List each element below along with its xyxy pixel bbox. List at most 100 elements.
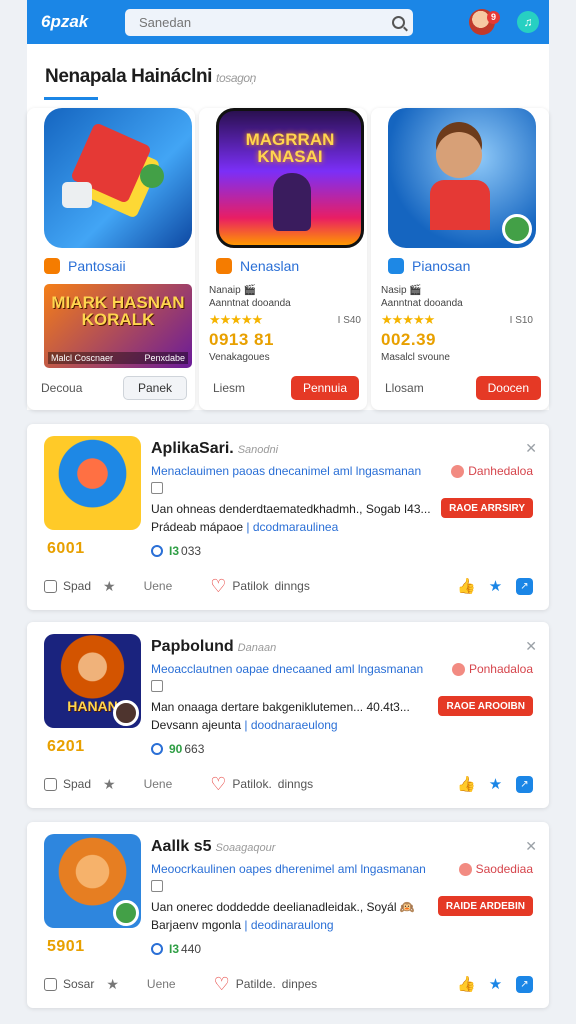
app-tag[interactable]: Saodediaa — [458, 862, 533, 876]
chat-bubble-icon — [502, 214, 532, 244]
favorite-sub: dinpes — [281, 977, 318, 991]
banner-caption-right: Penxdabe — [144, 353, 185, 363]
top-app-bar: 6pzak 9 ♫ — [27, 0, 549, 44]
app-title[interactable]: Aallk s5 Soaagaqour — [151, 838, 275, 856]
install-button[interactable]: RAOE ARRSIRY — [441, 498, 533, 518]
share-icon[interactable]: ↗ — [516, 577, 533, 595]
footer-action-label[interactable]: Sosar — [63, 977, 94, 991]
music-note-icon[interactable]: ♫ — [517, 11, 539, 33]
app-list-item[interactable]: AplikaSari. Sanodni ✕ Menaclauimen paoas … — [27, 424, 549, 610]
price-subtext: Masalcl svoune — [381, 352, 450, 363]
tag-icon — [451, 464, 465, 478]
favorite-label[interactable]: Patilok. — [232, 777, 271, 791]
app-tag-label: Saodediaa — [475, 862, 533, 876]
category-chip[interactable]: Pianosan — [388, 258, 470, 274]
like-icon[interactable]: 👍 — [457, 776, 476, 793]
app-logo[interactable]: 6pzak — [41, 12, 125, 32]
app-title[interactable]: Papbolund Danaan — [151, 638, 276, 656]
app-thumbnail[interactable] — [44, 436, 141, 530]
category-chip[interactable]: Nenaslan — [216, 258, 299, 274]
category-label: Nenaslan — [240, 258, 300, 274]
avatar[interactable]: 9 — [469, 9, 500, 35]
app-price: 6201 — [47, 738, 85, 755]
item-footer: Spad ★ Uene ♡ Patilok. dinngs 👍 ★ ↗ — [44, 774, 533, 794]
favorite-label[interactable]: Patilde. — [236, 977, 276, 991]
details-link[interactable]: | deodinaraulong — [244, 918, 333, 932]
star-icon[interactable]: ★ — [103, 776, 116, 793]
app-thumbnail[interactable] — [44, 834, 141, 928]
app-price: 6001 — [47, 540, 85, 557]
search-input[interactable] — [139, 14, 392, 30]
square-icon[interactable] — [44, 977, 57, 991]
app-price: 5901 — [47, 938, 85, 955]
app-thumbnail[interactable]: HANAN — [44, 634, 141, 728]
card-footer: Llosam Doocen — [385, 376, 541, 400]
heart-icon[interactable]: ♡ — [214, 974, 230, 995]
card-action-button[interactable]: Pennuia — [290, 376, 359, 400]
category-icon — [216, 258, 232, 274]
view-label[interactable]: Uene — [147, 977, 176, 991]
game-art-image[interactable] — [44, 108, 192, 248]
featured-section: Nenapala Haináclni tosagoņ Pantosaii MIAR… — [27, 44, 549, 410]
favorite-star-icon[interactable]: ★ — [487, 578, 504, 595]
app-list-item[interactable]: HANAN Papbolund Danaan ✕ Meoacclautnen oa… — [27, 622, 549, 808]
install-button[interactable]: RAOE AROOIBN — [438, 696, 533, 716]
star-icon[interactable]: ★ — [103, 578, 116, 595]
app-description-link[interactable]: Meoacclautnen oapae dnecaaned aml lngasm… — [151, 662, 423, 676]
search-icon[interactable] — [392, 15, 405, 29]
featured-card[interactable]: Pantosaii MIARK HASNAN KORALK Malcl Cosc… — [27, 108, 195, 410]
star-icon[interactable]: ★ — [106, 976, 119, 993]
select-checkbox[interactable] — [151, 482, 163, 494]
view-label[interactable]: Uene — [144, 579, 173, 593]
banner-caption: Malcl Coscnaer Penxdabe — [48, 352, 188, 364]
like-icon[interactable]: 👍 — [457, 976, 476, 993]
close-icon[interactable]: ✕ — [525, 440, 537, 457]
card-action-button[interactable]: Panek — [122, 376, 187, 400]
app-title-sub: Danaan — [237, 642, 277, 654]
clock-icon — [151, 545, 163, 557]
card-info: Nanaip 🎬 Aanntnat dooanda ★★★★★ I S40 09… — [209, 284, 361, 363]
share-icon[interactable]: ↗ — [516, 775, 533, 793]
close-icon[interactable]: ✕ — [525, 638, 537, 655]
promo-banner[interactable]: MIARK HASNAN KORALK Malcl Coscnaer Penxd… — [44, 284, 192, 368]
app-tag[interactable]: Ponhadaloa — [451, 662, 533, 676]
square-icon[interactable] — [44, 777, 57, 791]
featured-card[interactable]: Pianosan Nasip 🎬 Aanntnat dooanda ★★★★★ … — [371, 108, 549, 410]
app-description-link[interactable]: Meoocrkaulinen oapes dherenimel aml lnga… — [151, 862, 426, 876]
favorite-star-icon[interactable]: ★ — [487, 976, 504, 993]
footer-label: Liesm — [213, 381, 246, 395]
card-footer: Liesm Pennuia — [213, 376, 359, 400]
details-link[interactable]: | dcodmaraulinea — [246, 520, 338, 534]
app-list-item[interactable]: Aallk s5 Soaagaqour ✕ Meoocrkaulinen oape… — [27, 822, 549, 1008]
banner-caption-left: Malcl Coscnaer — [51, 353, 114, 363]
game-art-image[interactable] — [388, 108, 536, 248]
close-icon[interactable]: ✕ — [525, 838, 537, 855]
category-chip[interactable]: Pantosaii — [44, 258, 126, 274]
select-checkbox[interactable] — [151, 680, 163, 692]
card-action-button[interactable]: Doocen — [475, 376, 541, 400]
details-link[interactable]: | doodnaraeulong — [244, 718, 337, 732]
install-button[interactable]: RAIDE ARDEBIN — [437, 896, 533, 916]
like-icon[interactable]: 👍 — [457, 578, 476, 595]
select-checkbox[interactable] — [151, 880, 163, 892]
footer-action-label[interactable]: Spad — [63, 777, 91, 791]
favorite-star-icon[interactable]: ★ — [487, 776, 504, 793]
price: 0913 81 — [209, 330, 274, 349]
meta-count: 90 — [169, 742, 183, 756]
footer-label: Decoua — [41, 381, 83, 395]
app-meta: 90 663 — [151, 742, 204, 756]
game-art-image[interactable]: MAGRRAN KNASAI — [216, 108, 364, 248]
heart-icon[interactable]: ♡ — [210, 576, 226, 597]
featured-card[interactable]: MAGRRAN KNASAI Nenaslan Nanaip 🎬 Aanntna… — [199, 108, 367, 410]
square-icon[interactable] — [44, 579, 57, 593]
share-icon[interactable]: ↗ — [516, 975, 533, 993]
app-details: Devsann ajeunta | doodnaraeulong — [151, 718, 338, 732]
app-description-link[interactable]: Menaclauimen paoas dnecanimel aml lngasm… — [151, 464, 421, 478]
search-bar[interactable] — [125, 8, 413, 36]
view-label[interactable]: Uene — [144, 777, 173, 791]
heart-icon[interactable]: ♡ — [210, 774, 226, 795]
app-title[interactable]: AplikaSari. Sanodni — [151, 440, 278, 458]
footer-action-label[interactable]: Spad — [63, 579, 91, 593]
app-tag[interactable]: Danhedaloa — [451, 464, 533, 478]
favorite-label[interactable]: Patilok — [232, 579, 268, 593]
